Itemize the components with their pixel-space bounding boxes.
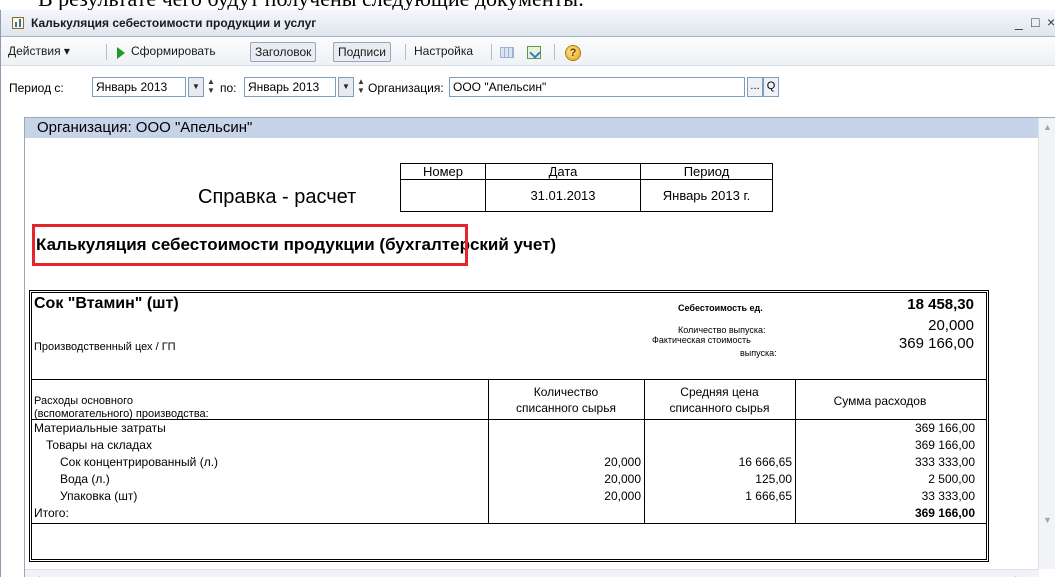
header-col-number: Номер <box>400 163 486 180</box>
row-sum: 369 166,00 <box>914 421 975 435</box>
document-title: Справка - расчет <box>198 186 357 208</box>
period-to-spinner-icon[interactable]: ▲ ▼ <box>356 77 366 97</box>
row-name: Товары на складах <box>46 438 152 452</box>
window-title: Калькуляция себестоимости продукции и ус… <box>31 16 317 30</box>
play-icon <box>117 47 125 59</box>
scroll-down-icon[interactable]: ▼ <box>1043 515 1052 525</box>
actual-cost-value: 369 166,00 <box>898 335 974 352</box>
quantity-label: Количество выпуска: <box>678 325 766 335</box>
row-sum: 33 333,00 <box>921 489 975 503</box>
total-label: Итого: <box>34 506 69 520</box>
table-divider <box>32 379 986 380</box>
row-sum: 2 500,00 <box>928 472 975 486</box>
period-to-label: по: <box>220 81 237 95</box>
period-from-field[interactable]: Январь 2013 <box>92 77 186 97</box>
period-to-field[interactable]: Январь 2013 <box>244 77 336 97</box>
period-from-label: Период с: <box>9 81 64 95</box>
highlight-frame <box>32 224 468 266</box>
table-divider <box>32 523 986 524</box>
row-quantity: 20,000 <box>604 472 641 486</box>
row-name: Вода (л.) <box>60 472 110 486</box>
actual-cost-label: Фактическая стоимость <box>652 335 751 345</box>
col-sum: Сумма расходов <box>833 394 927 408</box>
header-col-date: Дата <box>485 163 641 180</box>
signatures-toggle-button[interactable]: Подписи <box>333 42 391 62</box>
toolbar-separator <box>491 44 492 60</box>
row-sum: 369 166,00 <box>914 438 975 452</box>
settings-button[interactable]: Настройка <box>414 42 473 62</box>
row-price: 1 666,65 <box>745 489 792 503</box>
row-quantity: 20,000 <box>604 489 641 503</box>
generate-button[interactable]: Сформировать <box>131 42 216 62</box>
row-sum: 333 333,00 <box>914 455 975 469</box>
row-name: Упаковка (шт) <box>60 489 138 503</box>
header-value-number <box>400 179 486 212</box>
col-price-line1: Средняя цена <box>680 385 759 399</box>
header-col-period: Период <box>640 163 773 180</box>
row-price: 16 666,65 <box>738 455 792 469</box>
grid-icon[interactable] <box>500 47 514 58</box>
report-icon <box>12 17 24 29</box>
vertical-scrollbar[interactable]: ▲ ▼ <box>1038 118 1055 569</box>
minimize-button[interactable]: _ <box>1015 13 1023 31</box>
window-titlebar: Калькуляция себестоимости продукции и ус… <box>1 10 1055 37</box>
header-value-date: 31.01.2013 <box>485 179 641 212</box>
toolbar-separator <box>106 44 107 60</box>
organization-field[interactable]: ООО "Апельсин" <box>449 77 745 97</box>
department-name: Производственный цех / ГП <box>34 341 176 353</box>
search-icon[interactable]: Q <box>763 77 779 97</box>
quantity-value: 20,000 <box>928 317 974 334</box>
calculation-table: Сок "Втамин" (шт) Производственный цех /… <box>29 290 989 562</box>
help-icon[interactable]: ? <box>565 45 581 61</box>
organization-band: Организация: ООО "Апельсин" <box>25 118 1039 138</box>
toolbar-separator <box>405 44 406 60</box>
total-sum: 369 166,00 <box>914 506 975 520</box>
report-window: Калькуляция себестоимости продукции и ус… <box>0 10 1055 577</box>
horizontal-scrollbar[interactable]: ◀ ▶ <box>25 569 1039 577</box>
organization-select-button[interactable]: ... <box>747 77 763 97</box>
row-name: Материальные затраты <box>34 421 166 435</box>
col-expenses-line2: (вспомогательного) производства: <box>34 408 209 420</box>
period-from-spinner-icon[interactable]: ▲ ▼ <box>206 77 216 97</box>
header-value-period: Январь 2013 г. <box>640 179 773 212</box>
filter-bar: Период с: Январь 2013 ▼ ▲ ▼ по: Январь 20… <box>1 67 1055 103</box>
toolbar-separator <box>554 44 555 60</box>
export-icon[interactable] <box>527 46 541 59</box>
unit-cost-label: Себестоимость ед. <box>678 303 763 313</box>
col-expenses-line1: Расходы основного <box>34 395 133 407</box>
col-quantity-line1: Количество <box>533 385 599 399</box>
col-price-line2: списанного сырья <box>669 401 770 415</box>
maximize-button[interactable]: □ <box>1031 13 1039 31</box>
row-name: Сок концентрированный (л.) <box>60 455 219 469</box>
row-price: 125,00 <box>755 472 792 486</box>
organization-label: Организация: <box>368 81 444 95</box>
product-name: Сок "Втамин" (шт) <box>34 295 179 312</box>
row-quantity: 20,000 <box>604 455 641 469</box>
actions-menu-button[interactable]: Действия ▾ <box>8 42 70 62</box>
col-quantity-line2: списанного сырья <box>516 401 616 415</box>
scroll-up-icon[interactable]: ▲ <box>1043 122 1052 132</box>
report-toolbar: Действия ▾ Сформировать Заголовок Подпис… <box>1 38 1055 66</box>
background-document-text: В результате чего будут получены следующ… <box>38 0 918 10</box>
header-toggle-button[interactable]: Заголовок <box>250 42 317 62</box>
period-from-dropdown-icon[interactable]: ▼ <box>188 77 204 97</box>
actual-cost-label-2: выпуска: <box>740 348 777 358</box>
unit-cost-value: 18 458,30 <box>907 296 974 313</box>
close-button[interactable]: × <box>1047 13 1055 31</box>
document-header-table: Номер Дата Период 31.01.2013 Январь 2013… <box>400 163 773 212</box>
report-spreadsheet[interactable]: Организация: ООО "Апельсин" Номер Дата П… <box>24 117 1055 577</box>
period-to-dropdown-icon[interactable]: ▼ <box>338 77 354 97</box>
